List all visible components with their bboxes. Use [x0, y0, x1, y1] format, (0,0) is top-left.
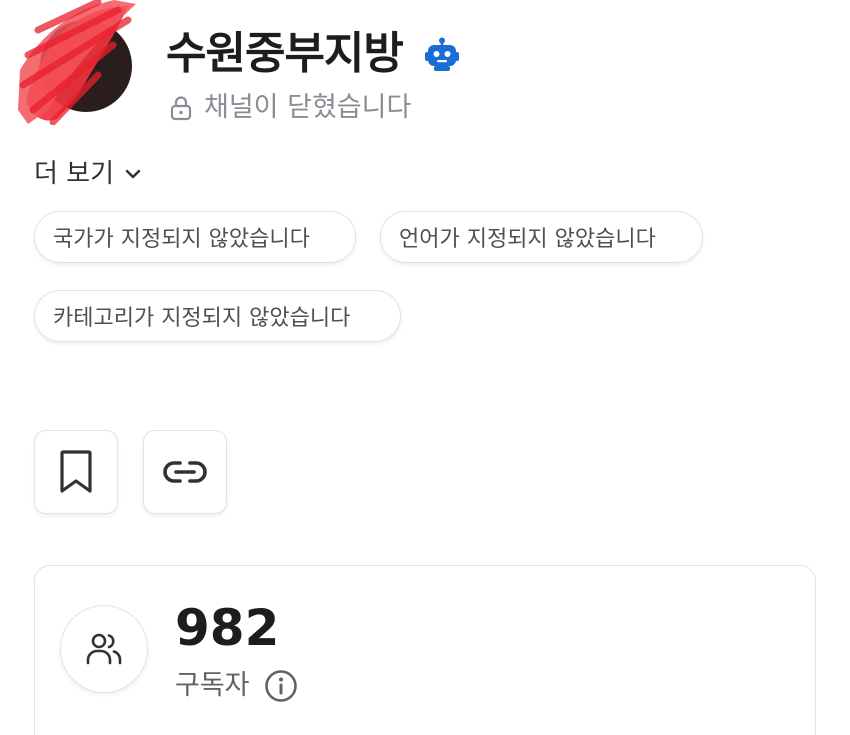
subscribers-icon-badge	[60, 605, 148, 693]
lock-icon	[170, 96, 192, 121]
channel-title-row: 수원중부지방	[166, 24, 459, 84]
country-chip[interactable]: 국가가 지정되지 않았습니다	[34, 211, 356, 263]
subscriber-count: 982	[175, 599, 280, 657]
channel-page: 수원중부지방 채널이 닫혔습니다 더 보기 국가가 지정되지 않았습니다 언어가…	[0, 0, 850, 735]
channel-avatar	[18, 0, 138, 125]
avatar-redaction	[18, 0, 136, 125]
country-chip-label: 국가가 지정되지 않았습니다	[53, 227, 310, 252]
link-icon	[163, 461, 207, 483]
channel-status: 채널이 닫혔습니다	[168, 88, 411, 128]
more-toggle[interactable]: 더 보기	[34, 154, 142, 194]
language-chip[interactable]: 언어가 지정되지 않았습니다	[380, 211, 703, 263]
category-chip-label: 카테고리가 지정되지 않았습니다	[53, 306, 351, 331]
chevron-down-icon	[125, 169, 141, 179]
more-label: 더 보기	[34, 159, 115, 189]
subscriber-label: 구독자	[175, 670, 250, 701]
bookmark-button[interactable]	[34, 430, 118, 514]
stats-card: 982 구독자	[34, 565, 816, 735]
subscriber-label-row: 구독자	[175, 666, 298, 706]
language-chip-label: 언어가 지정되지 않았습니다	[399, 227, 656, 252]
channel-status-text: 채널이 닫혔습니다	[204, 92, 412, 123]
users-icon	[86, 633, 122, 665]
robot-icon	[424, 37, 459, 71]
copy-link-button[interactable]	[143, 430, 227, 514]
bookmark-icon	[60, 450, 92, 493]
info-icon[interactable]	[264, 669, 298, 703]
category-chip[interactable]: 카테고리가 지정되지 않았습니다	[34, 290, 401, 342]
channel-title: 수원중부지방	[166, 28, 404, 79]
